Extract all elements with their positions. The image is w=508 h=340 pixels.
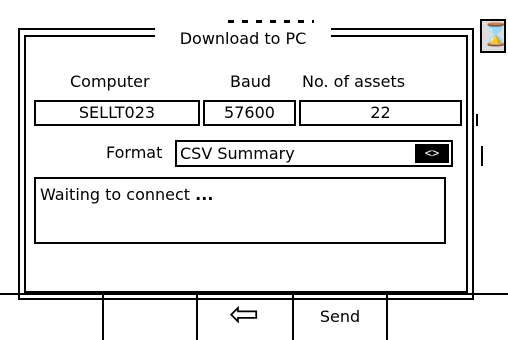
baud-label: Baud [230, 72, 272, 91]
send-softkey[interactable]: Send [292, 291, 388, 340]
left-arrow-icon: ⇦ [228, 294, 260, 335]
format-value: CSV Summary [180, 144, 295, 163]
baud-field[interactable]: 57600 [203, 100, 296, 126]
select-arrows-icon[interactable]: <> [415, 144, 449, 163]
assets-label: No. of assets [302, 72, 406, 91]
back-softkey[interactable]: ⇦ [196, 291, 292, 340]
edge-mark [476, 114, 478, 126]
status-ellipsis: ... [195, 185, 214, 204]
obscured-header [228, 20, 314, 23]
hourglass-icon: ⌛ [480, 19, 508, 53]
edge-bracket [481, 146, 483, 166]
dialog-title: Download to PC [179, 29, 307, 48]
computer-field[interactable]: SELLT023 [34, 100, 200, 126]
assets-field: 22 [299, 100, 462, 126]
format-label: Format [106, 143, 163, 162]
softkey-2[interactable] [102, 293, 196, 340]
format-select[interactable]: CSV Summary <> [175, 140, 453, 167]
send-label: Send [319, 307, 361, 326]
computer-label: Computer [70, 72, 150, 91]
status-message: Waiting to connect ... [34, 177, 446, 244]
status-text: Waiting to connect [40, 185, 191, 204]
